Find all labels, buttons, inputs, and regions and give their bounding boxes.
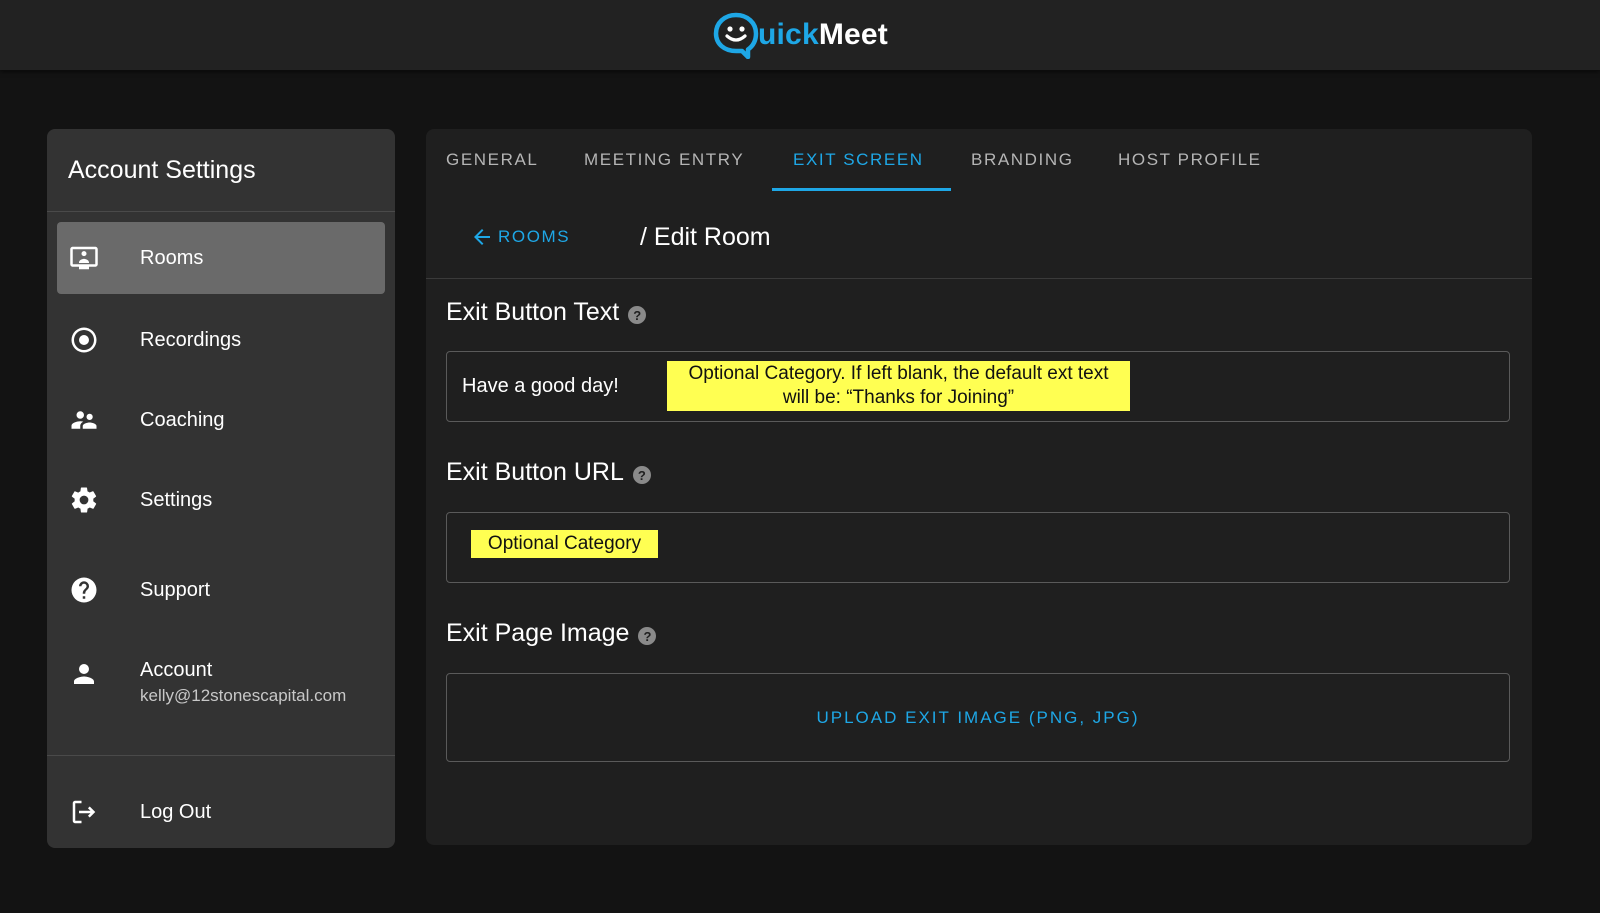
record-circle-icon bbox=[69, 325, 99, 355]
chat-smile-icon bbox=[713, 12, 759, 59]
edit-room-panel: GENERAL MEETING ENTRY EXIT SCREEN BRANDI… bbox=[426, 129, 1532, 845]
sidebar: Account Settings Rooms Recordings Coachi… bbox=[47, 129, 395, 848]
tab-exit-screen[interactable]: EXIT SCREEN bbox=[793, 129, 924, 191]
help-circle-icon bbox=[69, 575, 99, 605]
logo-wordmark: uickMeet bbox=[758, 18, 888, 51]
sidebar-item-recordings[interactable]: Recordings bbox=[57, 304, 385, 376]
exit-button-text-value: Have a good day! bbox=[462, 375, 619, 397]
sidebar-item-label: Coaching bbox=[140, 408, 225, 431]
annotation-line: Optional Category. If left blank, the de… bbox=[688, 363, 1109, 384]
tab-bar: GENERAL MEETING ENTRY EXIT SCREEN BRANDI… bbox=[426, 129, 1532, 191]
sidebar-item-logout[interactable]: Log Out bbox=[57, 776, 385, 848]
field-label-text: Exit Page Image bbox=[446, 619, 630, 647]
back-to-rooms-link[interactable]: ROOMS bbox=[470, 225, 570, 249]
annotation-note: Optional Category bbox=[471, 530, 658, 558]
sidebar-item-coaching[interactable]: Coaching bbox=[57, 384, 385, 456]
monitor-person-icon bbox=[69, 243, 99, 273]
header-divider bbox=[426, 278, 1532, 279]
exit-button-text-input[interactable]: Have a good day! Optional Category. If l… bbox=[446, 351, 1510, 422]
tab-meeting-entry[interactable]: MEETING ENTRY bbox=[584, 129, 744, 191]
arrow-left-icon bbox=[474, 229, 490, 245]
tab-branding[interactable]: BRANDING bbox=[971, 129, 1074, 191]
sidebar-item-rooms[interactable]: Rooms bbox=[57, 222, 385, 294]
exit-button-url-label: Exit Button URL ? bbox=[446, 458, 651, 487]
upload-label: UPLOAD EXIT IMAGE (PNG, JPG) bbox=[816, 707, 1140, 727]
help-icon[interactable]: ? bbox=[632, 466, 651, 484]
exit-button-text-label: Exit Button Text ? bbox=[446, 298, 647, 327]
exit-button-url-input[interactable]: Optional Category bbox=[446, 512, 1510, 583]
tab-host-profile[interactable]: HOST PROFILE bbox=[1118, 129, 1262, 191]
sidebar-nav: Rooms Recordings Coaching Settings Suppo… bbox=[47, 222, 395, 824]
field-label-text: Exit Button Text bbox=[446, 298, 620, 326]
sidebar-item-support[interactable]: Support bbox=[57, 554, 385, 626]
account-email: kelly@12stonescapital.com bbox=[140, 686, 347, 705]
sidebar-divider bbox=[47, 755, 395, 756]
quickmeet-logo[interactable]: uickMeet bbox=[712, 10, 888, 60]
gear-icon bbox=[69, 485, 99, 515]
page-title: / Edit Room bbox=[640, 222, 771, 251]
exit-page-image-label: Exit Page Image ? bbox=[446, 619, 657, 648]
sidebar-item-label: Account bbox=[140, 659, 213, 681]
back-link-label: ROOMS bbox=[498, 227, 571, 246]
sidebar-item-label: Settings bbox=[140, 488, 213, 511]
annotation-note: Optional Category. If left blank, the de… bbox=[667, 361, 1130, 411]
annotation-line: will be: “Thanks for Joining” bbox=[782, 387, 1015, 408]
tab-general[interactable]: GENERAL bbox=[446, 129, 538, 191]
sidebar-item-label: Log Out bbox=[140, 800, 212, 823]
person-icon bbox=[69, 659, 99, 689]
people-icon bbox=[69, 405, 99, 435]
sidebar-item-label: Support bbox=[140, 578, 211, 601]
logout-icon bbox=[69, 797, 99, 827]
sidebar-item-label: Rooms bbox=[140, 246, 204, 269]
sidebar-item-settings[interactable]: Settings bbox=[57, 464, 385, 536]
active-tab-indicator bbox=[772, 188, 951, 191]
help-icon[interactable]: ? bbox=[638, 627, 657, 645]
top-bar: uickMeet bbox=[0, 0, 1600, 70]
sidebar-title: Account Settings bbox=[47, 129, 395, 212]
sidebar-item-label: Recordings bbox=[140, 328, 242, 351]
upload-exit-image-button[interactable]: UPLOAD EXIT IMAGE (PNG, JPG) bbox=[446, 673, 1510, 762]
sidebar-item-account[interactable]: Account kelly@12stonescapital.com bbox=[57, 644, 385, 724]
help-icon[interactable]: ? bbox=[628, 306, 647, 324]
field-label-text: Exit Button URL bbox=[446, 458, 624, 486]
breadcrumb: ROOMS / Edit Room bbox=[470, 217, 771, 257]
